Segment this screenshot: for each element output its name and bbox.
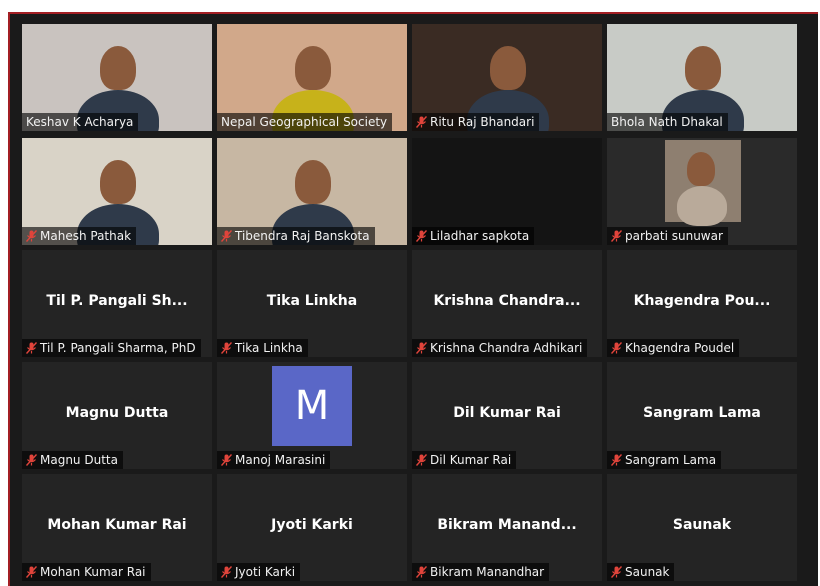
participant-name: Dil Kumar Rai xyxy=(430,453,512,467)
participant-name: Sangram Lama xyxy=(625,453,717,467)
mic-off-icon xyxy=(26,342,37,354)
mic-off-icon xyxy=(416,454,427,466)
participant-name: Manoj Marasini xyxy=(235,453,326,467)
participant-center-name: Dil Kumar Rai xyxy=(453,405,561,421)
participant-name: Mahesh Pathak xyxy=(40,229,132,243)
participant-name-label: Keshav K Acharya xyxy=(22,113,139,131)
participant-tile[interactable]: Bhola Nath Dhakal xyxy=(607,24,797,131)
participant-name: Mohan Kumar Rai xyxy=(40,565,146,579)
participant-name: Khagendra Poudel xyxy=(625,341,735,355)
participant-tile[interactable]: Krishna Chandra... Krishna Chandra Adhika… xyxy=(412,250,602,357)
participant-name-label: Tika Linkha xyxy=(217,339,308,357)
participant-name-label: Bikram Manandhar xyxy=(412,563,550,581)
mic-off-icon xyxy=(416,116,427,128)
participant-center-name: Bikram Manand... xyxy=(437,517,577,533)
participant-name-label: Sangram Lama xyxy=(607,451,722,469)
participant-name: Keshav K Acharya xyxy=(26,115,134,129)
participant-name: Tika Linkha xyxy=(235,341,303,355)
participant-center-name: Saunak xyxy=(672,517,732,533)
participant-tile[interactable]: Ritu Raj Bhandari xyxy=(412,24,602,131)
participant-name: Jyoti Karki xyxy=(235,565,296,579)
participant-center-name: Jyoti Karki xyxy=(271,517,353,533)
participant-name-label: Bhola Nath Dhakal xyxy=(607,113,728,131)
participant-name-label: Magnu Dutta xyxy=(22,451,123,469)
mic-off-icon xyxy=(416,230,427,242)
participant-tile[interactable]: Tika Linkha Tika Linkha xyxy=(217,250,407,357)
participant-tile[interactable]: Jyoti Karki Jyoti Karki xyxy=(217,474,407,581)
participant-name-label: Dil Kumar Rai xyxy=(412,451,517,469)
participant-name: Saunak xyxy=(625,565,670,579)
mic-off-icon xyxy=(611,566,622,578)
participant-name-label: Ritu Raj Bhandari xyxy=(412,113,540,131)
participant-name: Bhola Nath Dhakal xyxy=(611,115,723,129)
participant-name: Liladhar sapkota xyxy=(430,229,530,243)
participant-name: Ritu Raj Bhandari xyxy=(430,115,535,129)
mic-off-icon xyxy=(26,230,37,242)
mic-off-icon xyxy=(221,566,232,578)
participant-tile[interactable]: parbati sunuwar xyxy=(607,138,797,245)
participant-name-label: Mohan Kumar Rai xyxy=(22,563,151,581)
participant-name: parbati sunuwar xyxy=(625,229,723,243)
mic-off-icon xyxy=(416,566,427,578)
participant-center-name: Tika Linkha xyxy=(266,293,358,309)
participant-tile[interactable]: M Manoj Marasini xyxy=(217,362,407,469)
participant-name-label: Nepal Geographical Society xyxy=(217,113,393,131)
avatar: M xyxy=(272,366,352,446)
participant-center-name: Til P. Pangali Sh... xyxy=(46,293,188,309)
participant-name: Magnu Dutta xyxy=(40,453,118,467)
participant-center-name: Mohan Kumar Rai xyxy=(47,517,187,533)
mic-off-icon xyxy=(611,454,622,466)
participant-name-label: Til P. Pangali Sharma, PhD xyxy=(22,339,201,357)
participant-name-label: Saunak xyxy=(607,563,675,581)
participant-tile[interactable]: Mahesh Pathak xyxy=(22,138,212,245)
participant-tile[interactable]: Sangram Lama Sangram Lama xyxy=(607,362,797,469)
participant-name: Nepal Geographical Society xyxy=(221,115,388,129)
mic-off-icon xyxy=(26,566,37,578)
participant-name: Tibendra Raj Banskota xyxy=(235,229,370,243)
participant-name-label: Krishna Chandra Adhikari xyxy=(412,339,588,357)
mic-off-icon xyxy=(611,230,622,242)
gallery-view: Keshav K Acharya Nepal Geographical Socie… xyxy=(8,12,818,586)
mic-off-icon xyxy=(26,454,37,466)
participant-name-label: Jyoti Karki xyxy=(217,563,301,581)
participant-name: Til P. Pangali Sharma, PhD xyxy=(40,341,196,355)
participant-tile[interactable]: Keshav K Acharya xyxy=(22,24,212,131)
participant-name-label: Manoj Marasini xyxy=(217,451,331,469)
participant-tile[interactable]: Saunak Saunak xyxy=(607,474,797,581)
participant-center-name: Sangram Lama xyxy=(643,405,761,421)
participant-tile[interactable]: Tibendra Raj Banskota xyxy=(217,138,407,245)
participant-tile[interactable]: Mohan Kumar Rai Mohan Kumar Rai xyxy=(22,474,212,581)
participant-tile[interactable]: Dil Kumar Rai Dil Kumar Rai xyxy=(412,362,602,469)
participant-tile[interactable]: Magnu Dutta Magnu Dutta xyxy=(22,362,212,469)
mic-off-icon xyxy=(221,230,232,242)
participant-center-name: Khagendra Pou... xyxy=(633,293,771,309)
participant-name: Krishna Chandra Adhikari xyxy=(430,341,583,355)
mic-off-icon xyxy=(221,454,232,466)
participant-name-label: Mahesh Pathak xyxy=(22,227,137,245)
mic-off-icon xyxy=(416,342,427,354)
participant-tile[interactable]: Til P. Pangali Sh... Til P. Pangali Sharm… xyxy=(22,250,212,357)
participant-tile[interactable]: Nepal Geographical Society xyxy=(217,24,407,131)
participant-name: Bikram Manandhar xyxy=(430,565,545,579)
participant-name-label: parbati sunuwar xyxy=(607,227,728,245)
participant-tile[interactable]: Liladhar sapkota xyxy=(412,138,602,245)
participant-tile[interactable]: Khagendra Pou... Khagendra Poudel xyxy=(607,250,797,357)
mic-off-icon xyxy=(221,342,232,354)
participant-name-label: Liladhar sapkota xyxy=(412,227,535,245)
participant-center-name: Krishna Chandra... xyxy=(433,293,581,309)
mic-off-icon xyxy=(611,342,622,354)
participant-name-label: Khagendra Poudel xyxy=(607,339,740,357)
participant-center-name: Magnu Dutta xyxy=(65,405,169,421)
participant-name-label: Tibendra Raj Banskota xyxy=(217,227,375,245)
participant-tile[interactable]: Bikram Manand... Bikram Manandhar xyxy=(412,474,602,581)
